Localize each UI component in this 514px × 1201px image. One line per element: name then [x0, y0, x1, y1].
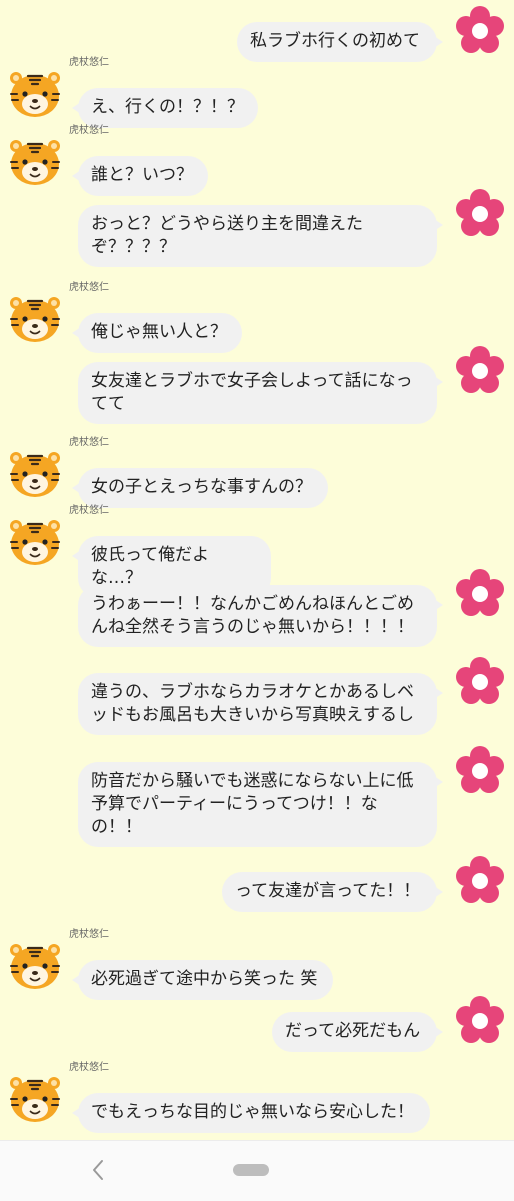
pink-flower-icon[interactable] — [455, 568, 505, 618]
received-message-bubble[interactable]: 誰と？いつ？ — [72, 156, 208, 196]
navigation-bar — [0, 1140, 514, 1201]
contact-name: 虎杖悠仁 — [69, 437, 109, 448]
tiger-avatar-icon[interactable] — [8, 450, 62, 500]
back-chevron-icon[interactable] — [88, 1157, 108, 1183]
contact-name: 虎杖悠仁 — [69, 505, 109, 516]
contact-name: 虎杖悠仁 — [69, 282, 109, 293]
pink-flower-icon[interactable] — [455, 995, 505, 1045]
tiger-avatar-icon[interactable] — [8, 942, 62, 992]
sent-message-bubble[interactable]: 防音だから騒いでも迷惑にならない上に低予算でパーティーにうってつけ！！なの！！ — [78, 762, 443, 847]
sent-message-bubble[interactable]: 私ラブホ行くの初めて — [237, 22, 443, 62]
sent-message-bubble[interactable]: 女友達とラブホで女子会しよって話になってて — [78, 362, 443, 424]
tiger-avatar-icon[interactable] — [8, 518, 62, 568]
pink-flower-icon[interactable] — [455, 745, 505, 795]
sent-message-bubble[interactable]: って友達が言ってた！！ — [222, 872, 443, 912]
sent-message-bubble[interactable]: 違うの、ラブホならカラオケとかあるしベッドもお風呂も大きいから写真映えするし — [78, 673, 443, 735]
pink-flower-icon[interactable] — [455, 345, 505, 395]
received-message-bubble[interactable]: でもえっちな目的じゃ無いなら安心した！ — [72, 1093, 430, 1133]
contact-name: 虎杖悠仁 — [69, 929, 109, 940]
contact-name: 虎杖悠仁 — [69, 1062, 109, 1073]
tiger-avatar-icon[interactable] — [8, 295, 62, 345]
pink-flower-icon[interactable] — [455, 188, 505, 238]
received-message-bubble[interactable]: 女の子とえっちな事すんの？ — [72, 468, 328, 508]
contact-name: 虎杖悠仁 — [69, 125, 109, 136]
received-message-bubble[interactable]: 必死過ぎて途中から笑った 笑 — [72, 960, 333, 1000]
sent-message-bubble[interactable]: だって必死だもん — [272, 1012, 443, 1052]
sent-message-bubble[interactable]: うわぁーー！！なんかごめんねほんとごめんね全然そう言うのじゃ無いから！！！！ — [78, 585, 443, 647]
pink-flower-icon[interactable] — [455, 656, 505, 706]
received-message-bubble[interactable]: 俺じゃ無い人と？ — [72, 313, 242, 353]
sent-message-bubble[interactable]: おっと？どうやら送り主を間違えたぞ？？？？ — [78, 205, 443, 267]
contact-name: 虎杖悠仁 — [69, 57, 109, 68]
home-pill-icon[interactable] — [233, 1164, 269, 1176]
tiger-avatar-icon[interactable] — [8, 70, 62, 120]
pink-flower-icon[interactable] — [455, 5, 505, 55]
pink-flower-icon[interactable] — [455, 855, 505, 905]
tiger-avatar-icon[interactable] — [8, 138, 62, 188]
tiger-avatar-icon[interactable] — [8, 1075, 62, 1125]
